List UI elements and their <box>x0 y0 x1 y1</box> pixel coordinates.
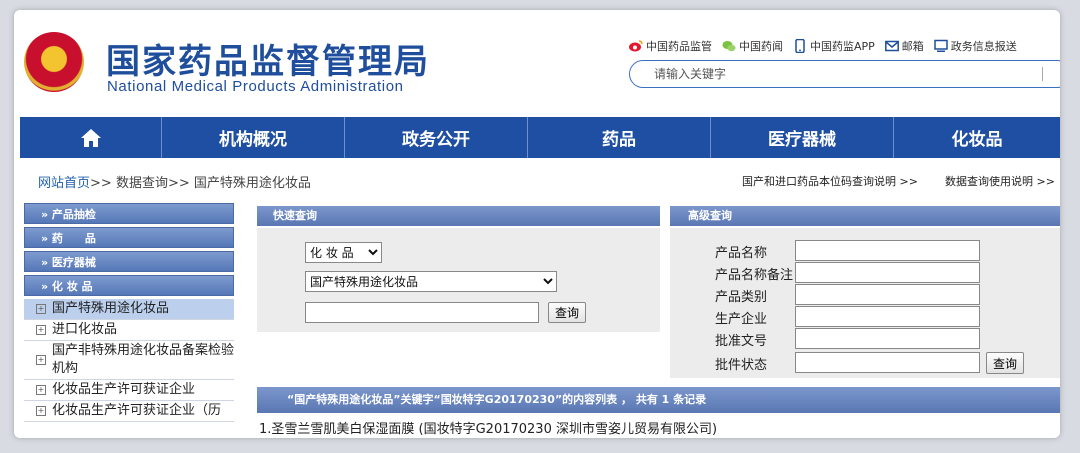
wechat-icon <box>722 41 736 52</box>
sidebar-item-licensed-companies[interactable]: + 化妆品生产许可获证企业 <box>24 380 234 401</box>
advanced-query-header: 高级查询 <box>670 206 1060 226</box>
link-mail-label: 邮箱 <box>901 40 924 53</box>
keyword-input[interactable] <box>305 302 539 323</box>
label-product-remark: 产品名称备注 <box>715 268 794 283</box>
sidebar-cat-cosmetics[interactable]: » 化 妆 品 <box>24 275 234 296</box>
category-select[interactable]: 化 妆 品 <box>305 242 382 263</box>
sidebar-item-label: 国产非特殊用途化妆品备案检验机构 <box>52 343 235 376</box>
link-app-label: 中国药监APP <box>810 40 875 53</box>
product-remark-input[interactable] <box>795 262 980 283</box>
result-item-link[interactable]: 1.圣雪兰雪肌美白保湿面膜 (国妆特字G20170230 深圳市雪姿儿贸易有限公… <box>259 418 717 437</box>
sidebar-item-licensed-history[interactable]: + 化妆品生产许可获证企业（历 <box>24 401 234 422</box>
sidebar-cat-devices[interactable]: » 医疗器械 <box>24 251 234 272</box>
nav-cosmetics[interactable]: 化妆品 <box>894 117 1060 158</box>
label-manufacturer: 生产企业 <box>715 312 768 327</box>
monitor-icon <box>934 39 948 52</box>
approval-number-input[interactable] <box>795 328 980 349</box>
search-input[interactable] <box>652 64 1036 84</box>
ndc-help-link[interactable]: 国产和进口药品本位码查询说明 >> <box>742 173 918 189</box>
link-weibo-label: 中国药品监管 <box>646 40 712 53</box>
browser-page: 国家药品监督管理局 National Medical Products Admi… <box>14 10 1060 438</box>
label-product-name: 产品名称 <box>715 246 768 261</box>
advanced-search-button[interactable]: 查询 <box>986 352 1025 374</box>
nav-org[interactable]: 机构概况 <box>162 117 345 158</box>
label-product-type: 产品类别 <box>715 290 768 305</box>
sidebar-item-nonspecial-labs[interactable]: + 国产非特殊用途化妆品备案检验机构 <box>24 341 234 380</box>
breadcrumb-sep: >> <box>90 176 112 191</box>
site-search <box>629 60 1060 88</box>
label-approval-number: 批准文号 <box>715 334 768 349</box>
quick-query-panel: 化 妆 品 国产特殊用途化妆品 查询 <box>257 228 660 332</box>
search-divider <box>1042 67 1043 81</box>
nav-home[interactable] <box>20 117 162 158</box>
label-approval-status: 批件状态 <box>715 358 768 373</box>
site-title-cn: 国家药品监督管理局 <box>106 42 430 82</box>
home-icon <box>80 128 101 147</box>
sidebar-item-label: 进口化妆品 <box>52 322 118 337</box>
nav-gov[interactable]: 政务公开 <box>345 117 528 158</box>
results-summary: “国产特殊用途化妆品”关键字“国妆特字G20170230”的内容列表 ， 共有 … <box>257 387 1060 413</box>
product-name-input[interactable] <box>795 240 980 261</box>
sidebar: » 产品抽检 » 药 品 » 医疗器械 » 化 妆 品 + 国产特殊用途化妆品 … <box>24 203 234 438</box>
breadcrumb-row: 网站首页>> 数据查询>> 国产特殊用途化妆品 国产和进口药品本位码查询说明 >… <box>14 160 1060 200</box>
expand-icon: + <box>36 406 46 416</box>
breadcrumb-level2: 国产特殊用途化妆品 <box>193 176 311 191</box>
expand-icon: + <box>36 325 46 335</box>
sidebar-item-imported[interactable]: + 进口化妆品 <box>24 320 234 341</box>
national-emblem-logo <box>24 32 84 92</box>
sidebar-cat-sampling[interactable]: » 产品抽检 <box>24 203 234 224</box>
top-links: 中国药品监管 中国药闻 中国药监APP 邮箱 政务信息报送 <box>629 38 1017 54</box>
quick-query-header: 快速查询 <box>257 206 660 226</box>
link-wechat-label: 中国药闻 <box>739 40 783 53</box>
site-title-en: National Medical Products Administration <box>107 78 404 95</box>
sidebar-item-domestic-special[interactable]: + 国产特殊用途化妆品 <box>24 299 234 320</box>
subcategory-select[interactable]: 国产特殊用途化妆品 <box>305 271 557 292</box>
link-mail[interactable]: 邮箱 <box>884 38 924 54</box>
link-weibo[interactable]: 中国药品监管 <box>629 38 712 54</box>
mail-icon <box>884 40 899 52</box>
approval-status-input[interactable] <box>795 352 980 373</box>
link-report-label: 政务信息报送 <box>950 40 1017 53</box>
expand-icon: + <box>36 385 46 395</box>
sidebar-item-label: 化妆品生产许可获证企业 <box>52 382 196 397</box>
sidebar-item-label: 国产特殊用途化妆品 <box>52 301 170 316</box>
breadcrumb-level1[interactable]: 数据查询 <box>116 176 168 191</box>
advanced-query-panel: 产品名称 产品名称备注 产品类别 生产企业 批准文号 批件状态 查询 <box>670 228 1060 378</box>
link-wechat[interactable]: 中国药闻 <box>722 38 783 54</box>
mobile-icon <box>795 39 805 53</box>
site-header: 国家药品监督管理局 National Medical Products Admi… <box>14 10 1060 115</box>
breadcrumb: 网站首页>> 数据查询>> 国产特殊用途化妆品 <box>38 172 311 191</box>
link-report[interactable]: 政务信息报送 <box>934 38 1017 54</box>
quick-search-button[interactable]: 查询 <box>548 302 587 323</box>
sidebar-cat-drugs[interactable]: » 药 品 <box>24 227 234 248</box>
nav-drugs[interactable]: 药品 <box>528 117 711 158</box>
breadcrumb-sep: >> <box>167 176 190 191</box>
manufacturer-input[interactable] <box>795 306 980 327</box>
main-nav: 机构概况 政务公开 药品 医疗器械 化妆品 <box>20 117 1060 158</box>
product-type-input[interactable] <box>795 284 980 305</box>
breadcrumb-home[interactable]: 网站首页 <box>38 176 90 191</box>
expand-icon: + <box>36 355 46 365</box>
expand-icon: + <box>36 304 46 314</box>
sidebar-item-label: 化妆品生产许可获证企业（历 <box>52 403 222 418</box>
nav-devices[interactable]: 医疗器械 <box>711 117 894 158</box>
link-app[interactable]: 中国药监APP <box>793 38 875 54</box>
usage-help-link[interactable]: 数据查询使用说明 >> <box>945 173 1055 189</box>
weibo-icon <box>629 40 643 52</box>
